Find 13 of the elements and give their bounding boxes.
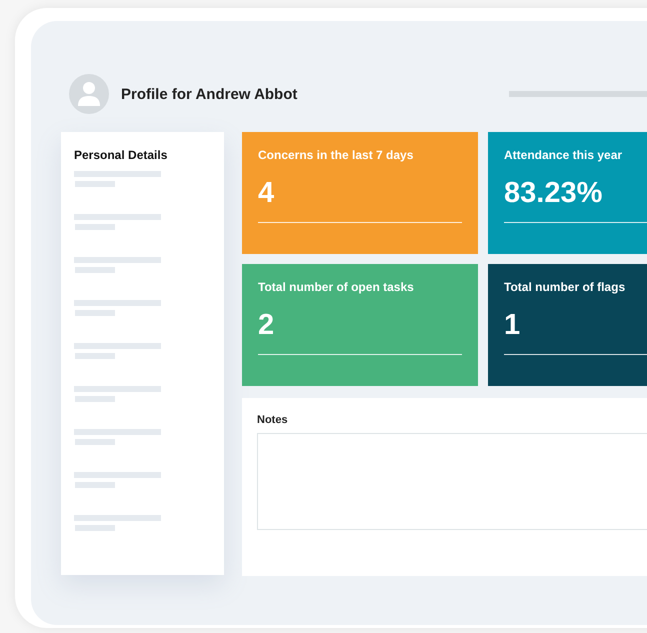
notes-label: Notes [257, 414, 289, 426]
card-title: Attendance this year [504, 148, 624, 162]
card-title: Concerns in the last 7 days [258, 148, 414, 162]
card-value: 2 [258, 308, 276, 342]
avatar-icon [69, 74, 109, 114]
sidebar-title: Personal Details [74, 148, 168, 162]
card-value: 1 [504, 308, 522, 342]
card-title: Total number of open tasks [258, 280, 415, 294]
card-value: 4 [258, 176, 276, 210]
notes-field[interactable] [257, 433, 647, 530]
card-title: Total number of flags [504, 280, 626, 294]
profile-title: Profile for Andrew Abbot [121, 86, 298, 102]
card-value: 83.23% [504, 176, 604, 210]
